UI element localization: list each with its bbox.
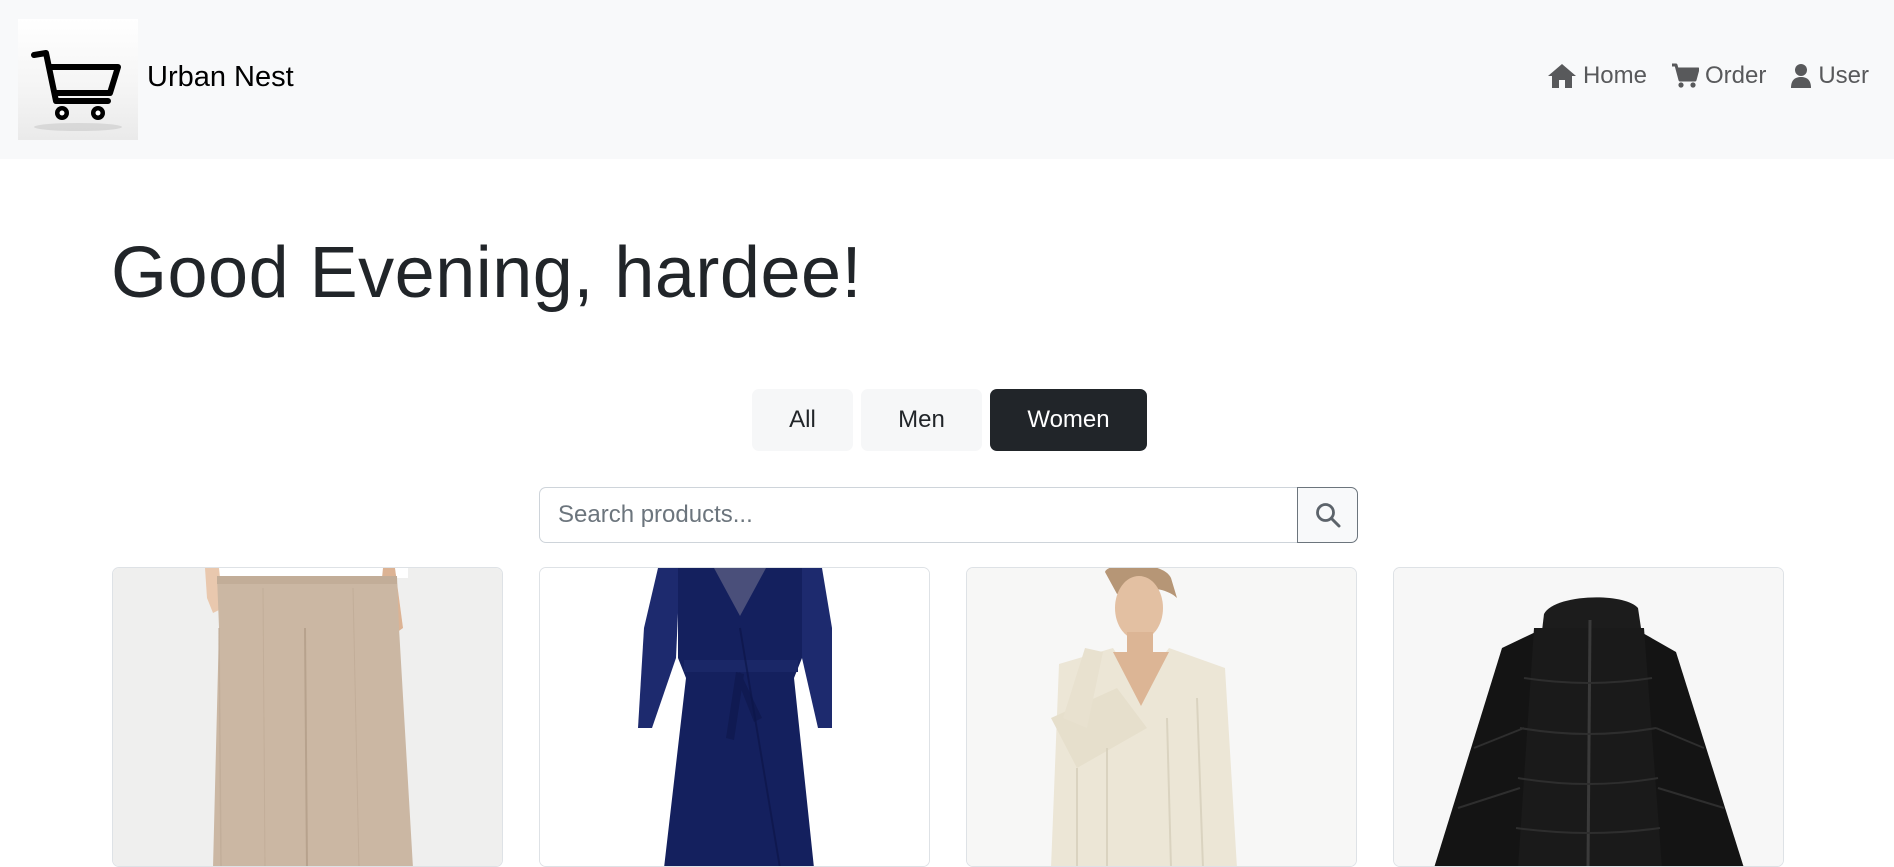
shopping-cart-icon xyxy=(31,50,122,131)
cart-icon xyxy=(1671,63,1699,88)
home-icon xyxy=(1547,64,1576,88)
nav-user-link[interactable]: User xyxy=(1790,62,1869,90)
nav-links: Home Order User xyxy=(1523,62,1869,90)
nav-order-label: Order xyxy=(1704,62,1767,89)
nav-home-link[interactable]: Home xyxy=(1547,62,1647,90)
search-bar xyxy=(539,487,1358,543)
nav-order-link[interactable]: Order xyxy=(1671,62,1766,90)
nav-home-label: Home xyxy=(1582,62,1647,89)
search-icon xyxy=(1315,503,1340,528)
product-card[interactable] xyxy=(966,567,1357,867)
filter-men-button[interactable]: Men xyxy=(861,389,982,451)
product-image-cream-sweater xyxy=(967,568,1356,866)
product-card[interactable] xyxy=(539,567,930,867)
brand-name: Urban Nest xyxy=(147,61,294,93)
product-image-beige-pants xyxy=(113,568,502,866)
brand-link[interactable]: Urban Nest xyxy=(18,19,294,140)
product-image-navy-dress xyxy=(540,568,929,866)
product-image-black-puffer xyxy=(1394,568,1783,866)
user-icon xyxy=(1791,64,1812,88)
product-card[interactable] xyxy=(1393,567,1784,867)
nav-user-label: User xyxy=(1818,62,1869,89)
brand-logo xyxy=(18,19,138,140)
filter-all-button[interactable]: All xyxy=(752,389,853,451)
greeting-heading: Good Evening, hardee! xyxy=(111,233,863,313)
filter-women-button[interactable]: Women xyxy=(990,389,1147,451)
search-input[interactable] xyxy=(539,487,1297,543)
product-card[interactable] xyxy=(112,567,503,867)
search-button[interactable] xyxy=(1297,487,1358,543)
product-grid xyxy=(112,567,1787,867)
category-filters: All Men Women xyxy=(752,389,1147,451)
navbar: Urban Nest Home Order User xyxy=(0,0,1894,159)
